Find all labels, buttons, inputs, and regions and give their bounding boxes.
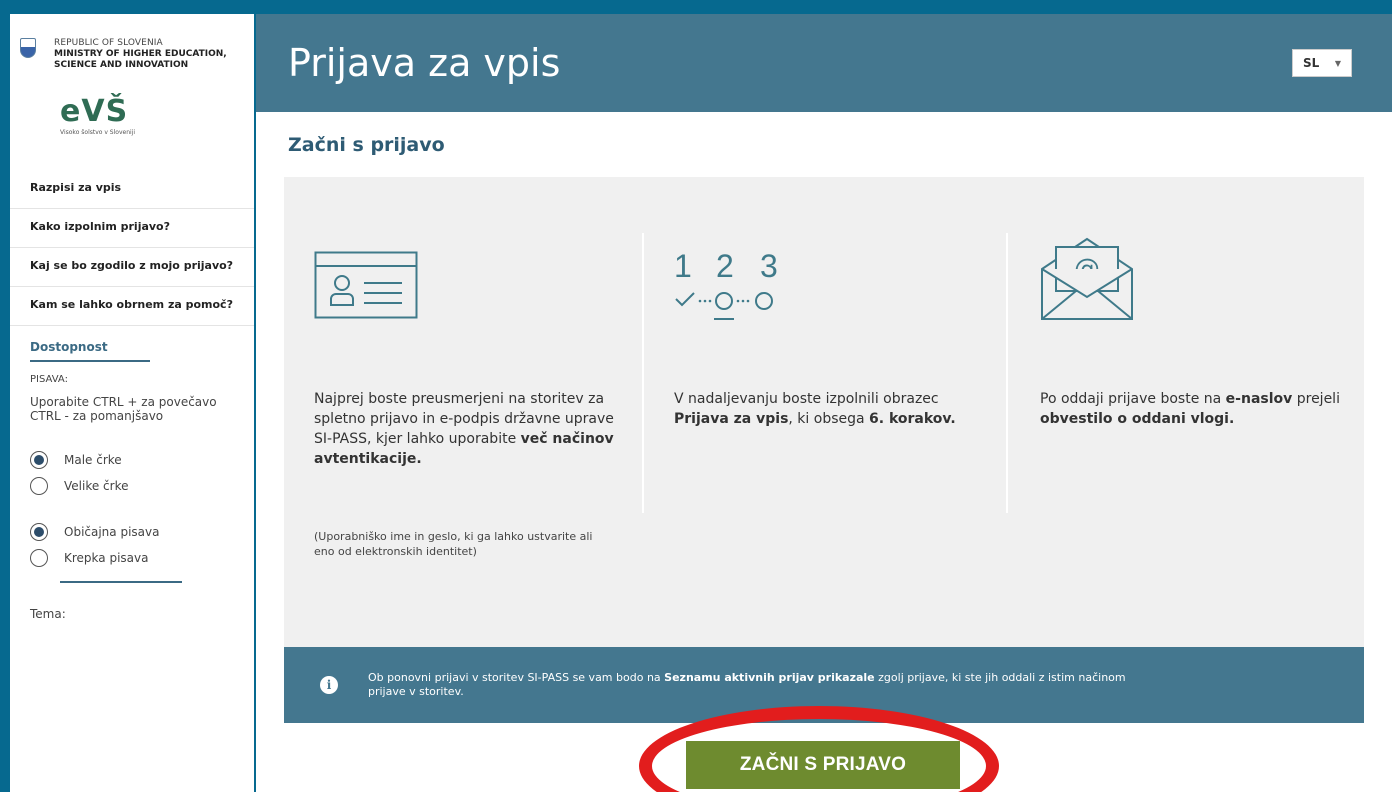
radio-label: Običajna pisava [64, 525, 160, 539]
step-number-2: 2 [716, 248, 734, 284]
info-icon: i [320, 676, 338, 694]
envelope-at-icon: @ [1041, 237, 1133, 320]
step-2: 1 2 3 V nadaljevanju boste izpolnili obr… [674, 177, 974, 647]
evs-logo-text: eVŠ [60, 94, 129, 129]
id-card-icon [314, 251, 418, 319]
language-select[interactable]: SL ▼ [1292, 49, 1352, 77]
ministry-name: REPUBLIC OF SLOVENIA MINISTRY OF HIGHER … [54, 38, 227, 71]
step-3: @ Po oddaji prijave boste na e-naslov pr… [1040, 177, 1340, 647]
section-title: Začni s prijavo [288, 134, 445, 156]
ministry-line-3: SCIENCE AND INNOVATION [54, 60, 189, 70]
radio-button-selected[interactable] [30, 523, 48, 541]
step-3-text: Po oddaji prijave boste na e-naslov prej… [1040, 391, 1340, 427]
radio-velike-crke[interactable]: Velike črke [30, 473, 254, 499]
page-header: Prijava za vpis SL ▼ [256, 14, 1392, 112]
main-content: Prijava za vpis SL ▼ Začni s prijavo Naj… [256, 14, 1392, 792]
accessibility-section: Dostopnost PISAVA: Uporabite CTRL + za p… [10, 326, 254, 621]
sidebar-item-kako-izpolnim[interactable]: Kako izpolnim prijavo? [10, 209, 254, 248]
sidebar-nav: Razpisi za vpis Kako izpolnim prijavo? K… [10, 180, 254, 326]
sidebar-item-kaj-se-bo-zgodilo[interactable]: Kaj se bo zgodilo z mojo prijavo? [10, 248, 254, 287]
font-label: PISAVA: [30, 374, 68, 385]
radio-button[interactable] [30, 549, 48, 567]
radio-male-crke[interactable]: Male črke [30, 447, 254, 473]
radio-label: Velike črke [64, 479, 129, 493]
evs-logo-subtitle: Visoko šolstvo v Sloveniji [60, 129, 135, 136]
ministry-line-1: REPUBLIC OF SLOVENIA [54, 38, 163, 48]
evs-logo[interactable]: eVŠ Visoko šolstvo v Sloveniji [60, 94, 254, 137]
ministry-brand: REPUBLIC OF SLOVENIA MINISTRY OF HIGHER … [10, 14, 254, 71]
sidebar-item-razpisi[interactable]: Razpisi za vpis [10, 180, 254, 209]
page-title: Prijava za vpis [288, 41, 561, 85]
step-1: Najprej boste preusmerjeni na storitev z… [314, 177, 614, 647]
accessibility-title: Dostopnost [30, 340, 150, 362]
radio-obicajna-pisava[interactable]: Običajna pisava [30, 519, 254, 545]
slovenia-crest-icon [20, 38, 36, 58]
numbered-steps-icon: 1 2 3 [674, 248, 778, 320]
step-divider [1006, 233, 1008, 513]
info-text: Ob ponovni prijavi v storitev SI-PASS se… [368, 671, 1126, 698]
radio-label: Male črke [64, 453, 122, 467]
theme-label: Tema: [30, 607, 66, 621]
radio-krepka-pisava[interactable]: Krepka pisava [30, 545, 254, 571]
letter-case-options: Male črke Velike črke [30, 447, 254, 499]
language-value: SL [1303, 56, 1320, 70]
sidebar-item-kam-se-obrnem[interactable]: Kam se lahko obrnem za pomoč? [10, 287, 254, 326]
font-weight-options: Običajna pisava Krepka pisava [30, 519, 254, 571]
radio-button-selected[interactable] [30, 451, 48, 469]
step-number-1: 1 [674, 248, 692, 284]
radio-label: Krepka pisava [64, 551, 149, 565]
font-help-text: Uporabite CTRL + za povečavo CTRL - za p… [30, 395, 217, 423]
steps-panel: Najprej boste preusmerjeni na storitev z… [284, 177, 1364, 647]
start-application-button[interactable]: ZAČNI S PRIJAVO [686, 741, 960, 789]
step-1-note: (Uporabniško ime in geslo, ki ga lahko u… [314, 530, 593, 558]
chevron-down-icon: ▼ [1334, 58, 1341, 68]
step-divider [642, 233, 644, 513]
radio-button[interactable] [30, 477, 48, 495]
accessibility-divider [60, 581, 182, 583]
step-1-text: Najprej boste preusmerjeni na storitev z… [314, 391, 614, 467]
step-2-text: V nadaljevanju boste izpolnili obrazec P… [674, 391, 956, 427]
ministry-line-2: MINISTRY OF HIGHER EDUCATION, [54, 49, 227, 59]
sidebar: REPUBLIC OF SLOVENIA MINISTRY OF HIGHER … [10, 14, 254, 792]
step-number-3: 3 [760, 248, 778, 284]
